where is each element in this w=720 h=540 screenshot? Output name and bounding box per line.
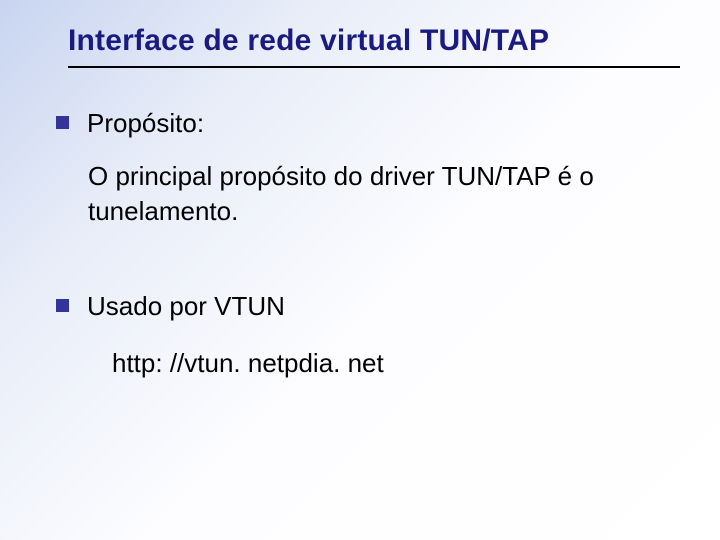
- square-bullet-icon: [56, 116, 69, 129]
- square-bullet-icon: [56, 299, 69, 312]
- bullet-label: Usado por VTUN: [87, 289, 285, 324]
- bullet-item: Usado por VTUN: [56, 289, 670, 324]
- slide-content: Propósito: O principal propósito do driv…: [48, 68, 680, 381]
- bullet-item: Propósito:: [56, 106, 670, 141]
- slide: Interface de rede virtual TUN/TAP Propós…: [0, 0, 720, 540]
- sub-link-text: http: //vtun. netpdia. net: [112, 346, 670, 381]
- slide-title: Interface de rede virtual TUN/TAP: [68, 24, 680, 68]
- paragraph-text: O principal propósito do driver TUN/TAP …: [88, 159, 670, 229]
- bullet-label: Propósito:: [87, 106, 204, 141]
